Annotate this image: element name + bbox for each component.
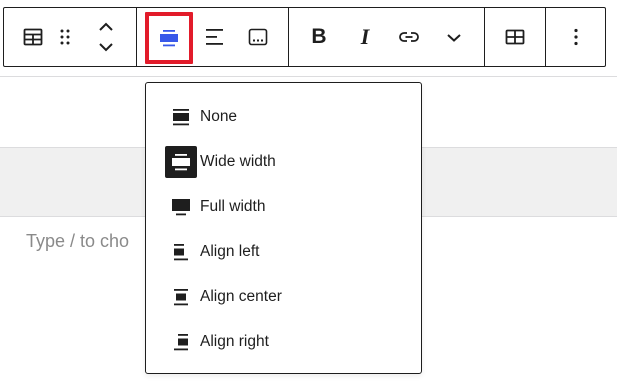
drag-handle-button[interactable] [50,16,80,58]
link-button[interactable] [389,16,429,58]
more-options-icon [574,28,578,46]
align-option-full-width[interactable]: Full width [165,189,405,225]
menu-item-label: Align right [200,333,269,350]
align-option-center[interactable]: Align center [165,279,405,315]
move-up-down-icon [99,22,113,52]
table-edit-icon [505,29,525,45]
chevron-down-icon [447,34,461,42]
block-toolbar: B I [3,7,606,67]
menu-item-label: Full width [200,198,266,215]
align-none-icon [165,101,197,133]
align-right-icon [165,326,197,358]
align-center-icon [165,281,197,313]
drag-handle-icon [60,29,70,45]
link-icon [399,32,419,42]
align-wide-icon [160,30,178,47]
justify-button[interactable] [195,16,235,58]
table-block-icon [23,28,43,46]
menu-item-label: None [200,108,238,125]
align-option-left[interactable]: Align left [165,234,405,270]
block-placeholder[interactable]: Type / to cho [26,231,129,252]
toolbar-separator [545,8,546,66]
align-option-none[interactable]: None [165,99,405,135]
toolbar-separator [136,8,137,66]
move-up-down-button[interactable] [88,16,124,58]
caption-icon [248,28,268,46]
justify-left-icon [206,29,223,45]
menu-item-label: Align center [200,288,282,305]
align-button[interactable] [145,12,193,64]
bold-icon: B [311,25,327,48]
toolbar-separator [288,8,289,66]
align-full-width-icon [165,191,197,223]
options-button[interactable] [556,16,596,58]
align-wide-icon [165,146,197,178]
table-block-button[interactable] [13,16,53,58]
menu-item-label: Wide width [200,153,276,170]
bold-button[interactable]: B [299,16,339,58]
align-dropdown-menu: None Wide width Full width Align left Al… [145,82,422,374]
more-rich-text-button[interactable] [434,16,474,58]
italic-button[interactable]: I [345,16,385,58]
italic-icon: I [360,24,370,49]
align-left-icon [165,236,197,268]
menu-item-label: Align left [200,243,260,260]
edit-table-button[interactable] [495,16,535,58]
align-option-right[interactable]: Align right [165,324,405,360]
toolbar-separator [484,8,485,66]
align-option-wide-width[interactable]: Wide width [165,144,405,180]
caption-button[interactable] [238,16,278,58]
